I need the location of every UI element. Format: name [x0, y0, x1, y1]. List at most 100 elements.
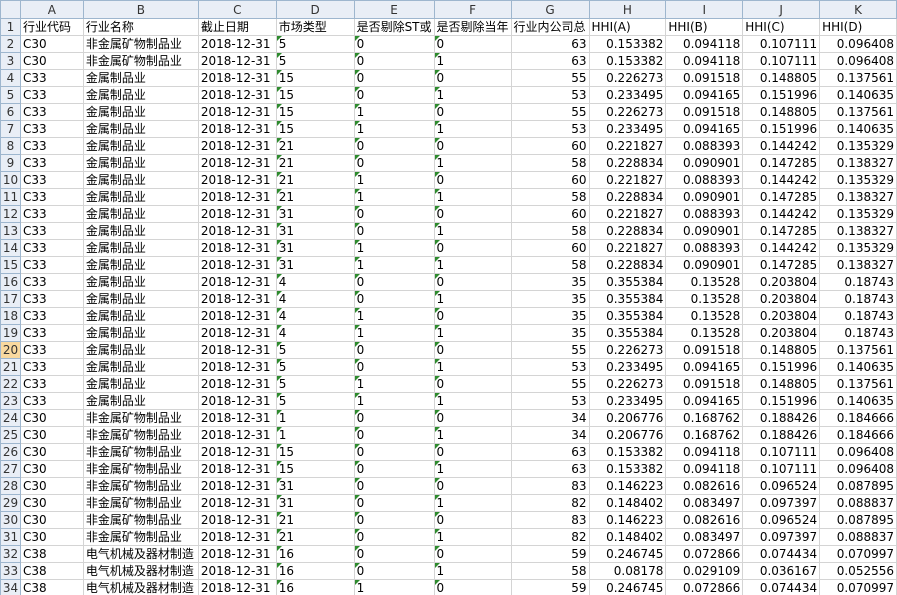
cell-k[interactable]: 0.138327	[819, 188, 897, 206]
cell-c[interactable]: 2018-12-31	[197, 103, 277, 121]
cell-g[interactable]: 53	[510, 86, 590, 104]
cell-j[interactable]: 0.203804	[742, 290, 821, 308]
cell-b[interactable]: 金属制品业	[82, 358, 199, 376]
cell-h[interactable]: 0.355384	[588, 290, 667, 308]
cell-a[interactable]: C33	[19, 188, 84, 206]
cell-c[interactable]: 2018-12-31	[197, 171, 277, 189]
cell-e[interactable]: 0	[353, 562, 435, 580]
cell-j[interactable]: 0.147285	[742, 222, 821, 240]
cell-e[interactable]: 0	[353, 528, 435, 546]
cell-b[interactable]: 金属制品业	[82, 188, 199, 206]
cell-k[interactable]: 0.137561	[819, 69, 897, 87]
cell-k[interactable]: 0.184666	[819, 426, 897, 444]
cell-c[interactable]: 2018-12-31	[197, 137, 277, 155]
cell-j[interactable]: 0.074434	[742, 579, 821, 595]
cell-c[interactable]: 2018-12-31	[197, 511, 277, 529]
cell-e[interactable]: 0	[353, 137, 435, 155]
cell-e[interactable]: 1	[353, 171, 435, 189]
column-header-f[interactable]: F	[433, 0, 512, 19]
row-header[interactable]: 31	[0, 528, 21, 546]
cell-c[interactable]: 2018-12-31	[197, 205, 277, 223]
cell-g[interactable]: 82	[510, 494, 590, 512]
cell-k[interactable]: 0.137561	[819, 341, 897, 359]
cell-g[interactable]: 53	[510, 120, 590, 138]
cell-j[interactable]: 0.097397	[742, 528, 821, 546]
cell-c[interactable]: 2018-12-31	[197, 409, 277, 427]
cell-j[interactable]: 0.144242	[742, 137, 821, 155]
cell-e[interactable]: 1	[353, 188, 435, 206]
cell-b[interactable]: 非金属矿物制品业	[82, 511, 199, 529]
cell-j[interactable]: 0.107111	[742, 443, 821, 461]
cell-h[interactable]: 0.228834	[588, 256, 667, 274]
cell-g[interactable]: 59	[510, 579, 590, 595]
cell-b[interactable]: 金属制品业	[82, 307, 199, 325]
cell-i[interactable]: 0.090901	[665, 222, 744, 240]
cell-f[interactable]: 1	[433, 460, 512, 478]
cell-c[interactable]: 截止日期	[197, 18, 277, 36]
cell-g[interactable]: 60	[510, 239, 590, 257]
cell-a[interactable]: C33	[19, 154, 84, 172]
cell-d[interactable]: 16	[275, 545, 355, 563]
column-header-d[interactable]: D	[275, 0, 355, 19]
cell-e[interactable]: 1	[353, 324, 435, 342]
cell-a[interactable]: C33	[19, 86, 84, 104]
cell-k[interactable]: 0.137561	[819, 103, 897, 121]
cell-k[interactable]: 0.140635	[819, 358, 897, 376]
cell-c[interactable]: 2018-12-31	[197, 392, 277, 410]
cell-e[interactable]: 是否剔除ST或	[353, 18, 435, 36]
cell-a[interactable]: C30	[19, 528, 84, 546]
cell-i[interactable]: 0.090901	[665, 154, 744, 172]
cell-h[interactable]: 0.355384	[588, 307, 667, 325]
cell-g[interactable]: 34	[510, 409, 590, 427]
cell-e[interactable]: 1	[353, 579, 435, 595]
cell-b[interactable]: 金属制品业	[82, 273, 199, 291]
row-header[interactable]: 17	[0, 290, 21, 308]
cell-h[interactable]: 0.221827	[588, 239, 667, 257]
cell-e[interactable]: 0	[353, 86, 435, 104]
column-header-c[interactable]: C	[197, 0, 277, 19]
cell-b[interactable]: 非金属矿物制品业	[82, 426, 199, 444]
cell-a[interactable]: C33	[19, 375, 84, 393]
row-header[interactable]: 2	[0, 35, 21, 53]
cell-f[interactable]: 1	[433, 392, 512, 410]
cell-g[interactable]: 63	[510, 460, 590, 478]
cell-f[interactable]: 0	[433, 443, 512, 461]
cell-k[interactable]: 0.137561	[819, 375, 897, 393]
cell-h[interactable]: HHI(A)	[588, 18, 667, 36]
cell-i[interactable]: 0.090901	[665, 188, 744, 206]
cell-a[interactable]: C33	[19, 307, 84, 325]
column-header-k[interactable]: K	[819, 0, 897, 19]
cell-a[interactable]: C33	[19, 171, 84, 189]
cell-c[interactable]: 2018-12-31	[197, 256, 277, 274]
cell-b[interactable]: 电气机械及器材制造	[82, 562, 199, 580]
row-header[interactable]: 32	[0, 545, 21, 563]
cell-e[interactable]: 0	[353, 273, 435, 291]
cell-d[interactable]: 31	[275, 222, 355, 240]
column-header-i[interactable]: I	[665, 0, 744, 19]
cell-b[interactable]: 非金属矿物制品业	[82, 409, 199, 427]
cell-g[interactable]: 58	[510, 188, 590, 206]
cell-j[interactable]: 0.036167	[742, 562, 821, 580]
cell-d[interactable]: 5	[275, 35, 355, 53]
cell-j[interactable]: 0.151996	[742, 86, 821, 104]
cell-h[interactable]: 0.226273	[588, 341, 667, 359]
cell-k[interactable]: 0.138327	[819, 222, 897, 240]
cell-b[interactable]: 金属制品业	[82, 205, 199, 223]
cell-d[interactable]: 15	[275, 443, 355, 461]
cell-k[interactable]: 0.088837	[819, 528, 897, 546]
cell-k[interactable]: 0.096408	[819, 460, 897, 478]
cell-a[interactable]: C33	[19, 273, 84, 291]
cell-g[interactable]: 58	[510, 222, 590, 240]
cell-d[interactable]: 5	[275, 341, 355, 359]
cell-d[interactable]: 31	[275, 477, 355, 495]
cell-f[interactable]: 0	[433, 477, 512, 495]
cell-j[interactable]: 0.151996	[742, 120, 821, 138]
cell-g[interactable]: 行业内公司总	[510, 18, 590, 36]
cell-j[interactable]: 0.188426	[742, 409, 821, 427]
row-header[interactable]: 22	[0, 375, 21, 393]
cell-c[interactable]: 2018-12-31	[197, 528, 277, 546]
row-header[interactable]: 34	[0, 579, 21, 595]
cell-b[interactable]: 金属制品业	[82, 120, 199, 138]
cell-e[interactable]: 0	[353, 52, 435, 70]
cell-c[interactable]: 2018-12-31	[197, 120, 277, 138]
